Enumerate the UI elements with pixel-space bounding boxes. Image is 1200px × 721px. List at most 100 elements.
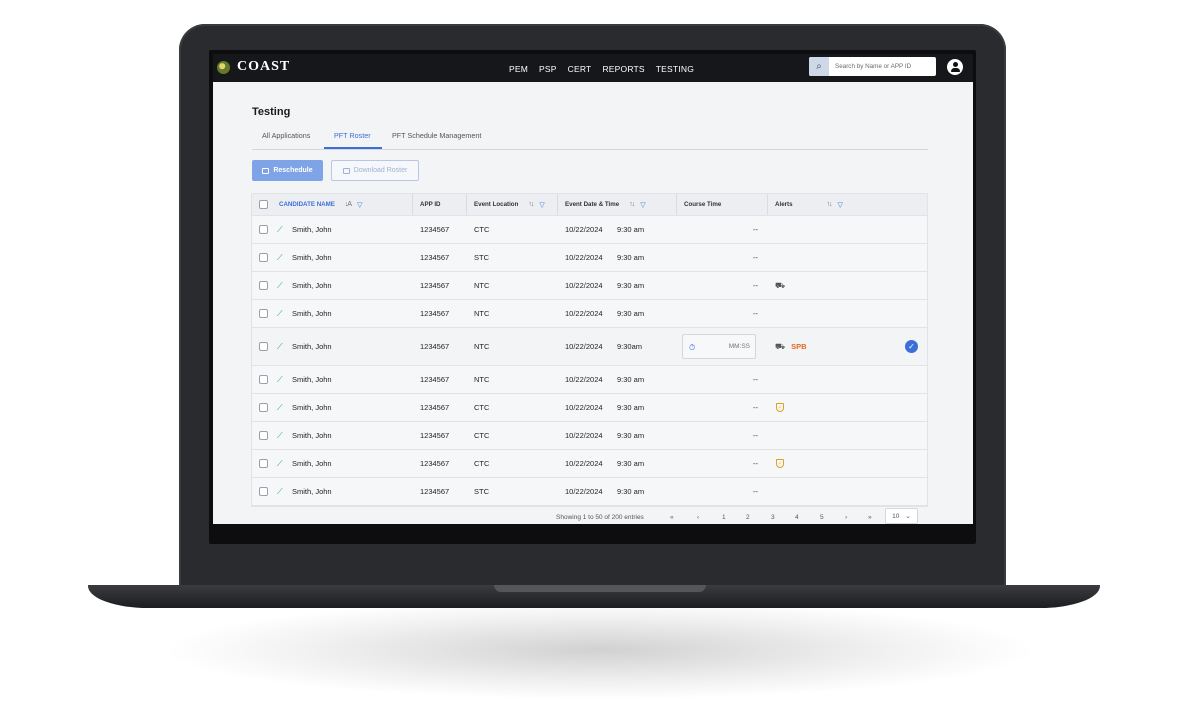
candidate-name[interactable]: Smith, John [292,342,332,351]
page-2-button[interactable]: 2 [746,514,750,521]
sort-icon[interactable]: ↑↓ [827,201,833,208]
table-row[interactable]: ⟋ Smith, John 1234567 CTC 10/22/2024 9:30 am -… [252,450,927,478]
event-date: 10/22/2024 [565,431,603,440]
nav-link-testing[interactable]: TESTING [656,64,694,74]
table-row[interactable]: ⟋ Smith, John 1234567 CTC 10/22/2024 9:30 am -… [252,216,927,244]
seal-logo-icon[interactable] [217,61,230,74]
pagination: Showing 1 to 50 of 200 entries « ‹ 1 2 3… [251,508,926,524]
tab-pft-roster[interactable]: PFT Roster [334,131,371,140]
calendar-icon [262,167,270,174]
prev-page-button[interactable]: ‹ [697,514,699,521]
row-checkbox[interactable] [259,487,268,496]
table-row[interactable]: ⟋ Smith, John 1234567 STC 10/22/2024 9:30 am -… [252,244,927,272]
truck-icon: ⛟ [775,341,786,351]
column-course-time[interactable]: Course Time [684,201,721,208]
column-event-location[interactable]: Event Location [474,201,518,208]
trend-icon: ⟋ [277,252,283,262]
event-date: 10/22/2024 [565,487,603,496]
table-row[interactable]: ⟋ Smith, John 1234567 CTC 10/22/2024 9:30 am -… [252,422,927,450]
candidate-name[interactable]: Smith, John [292,487,332,496]
search-input[interactable]: Search by Name or APP ID [829,57,911,76]
row-checkbox[interactable] [259,281,268,290]
tab-pft-schedule-management[interactable]: PFT Schedule Management [392,131,481,140]
course-time: -- [753,403,758,412]
shield-icon: ✓ [776,403,784,412]
page-size-select[interactable]: 10 ⌄ [885,508,918,524]
event-time: 9:30am [617,342,643,351]
row-checkbox[interactable] [259,253,268,262]
nav-link-psp[interactable]: PSP [539,64,557,74]
candidate-name[interactable]: Smith, John [292,403,332,412]
user-avatar-icon[interactable] [947,59,963,75]
event-date: 10/22/2024 [565,225,603,234]
event-date: 10/22/2024 [565,309,603,318]
roster-table: CANDIDATE NAME ↓A ▽ APP ID Event Locatio… [251,193,928,507]
search-icon[interactable]: ⌕ [809,57,829,76]
row-checkbox[interactable] [259,403,268,412]
candidate-name[interactable]: Smith, John [292,225,332,234]
candidate-name[interactable]: Smith, John [292,253,332,262]
confirm-check-icon[interactable]: ✓ [905,340,918,353]
page-3-button[interactable]: 3 [771,514,775,521]
filter-icon[interactable]: ▽ [838,201,843,209]
candidate-name[interactable]: Smith, John [292,281,332,290]
table-row[interactable]: ⟋ Smith, John 1234567 NTC 10/22/2024 9:30 am -… [252,366,927,394]
column-app-id[interactable]: APP ID [420,201,441,208]
candidate-name[interactable]: Smith, John [292,375,332,384]
next-page-button[interactable]: › [845,514,847,521]
event-time: 9:30 am [617,309,645,318]
tab-all-applications[interactable]: All Applications [262,131,310,140]
laptop-notch [494,585,706,592]
sort-desc-icon[interactable]: ↓A [345,201,352,208]
table-row[interactable]: ⟋ Smith, John 1234567 STC 10/22/2024 9:30 am -… [252,478,927,506]
candidate-name[interactable]: Smith, John [292,431,332,440]
page-5-button[interactable]: 5 [820,514,824,521]
row-checkbox[interactable] [259,225,268,234]
download-roster-button[interactable]: Download Roster [331,160,419,181]
event-date: 10/22/2024 [565,403,603,412]
row-checkbox[interactable] [259,342,268,351]
first-page-button[interactable]: « [670,514,674,521]
event-time: 9:30 am [617,431,645,440]
column-alerts[interactable]: Alerts [775,201,793,208]
brand-name[interactable]: COAST [237,59,290,75]
course-time: -- [753,225,758,234]
sort-icon[interactable]: ↑↓ [528,201,534,208]
row-checkbox[interactable] [259,375,268,384]
table-row[interactable]: ⟋ Smith, John 1234567 NTC 10/22/2024 9:30am ⏱ M… [252,328,927,366]
sort-icon[interactable]: ↑↓ [629,201,635,208]
row-checkbox[interactable] [259,309,268,318]
nav-link-reports[interactable]: REPORTS [602,64,644,74]
table-row[interactable]: ⟋ Smith, John 1234567 CTC 10/22/2024 9:30 am -… [252,394,927,422]
event-time: 9:30 am [617,281,645,290]
event-location: NTC [474,281,490,290]
nav-link-pem[interactable]: PEM [509,64,528,74]
column-event-date-time[interactable]: Event Date & Time [565,201,619,208]
select-all-checkbox[interactable] [259,200,268,209]
trend-icon: ⟋ [277,430,283,440]
search-box[interactable]: ⌕ Search by Name or APP ID [809,57,936,76]
nav-link-cert[interactable]: CERT [568,64,592,74]
candidate-name[interactable]: Smith, John [292,309,332,318]
page-1-button[interactable]: 1 [722,514,726,521]
candidate-name[interactable]: Smith, John [292,459,332,468]
course-time-input[interactable]: ⏱ MM:SS [682,334,756,359]
filter-icon[interactable]: ▽ [357,201,362,209]
chevron-down-icon: ⌄ [905,513,911,520]
table-row[interactable]: ⟋ Smith, John 1234567 NTC 10/22/2024 9:30 am -… [252,300,927,328]
filter-icon[interactable]: ▽ [539,201,544,209]
table-row[interactable]: ⟋ Smith, John 1234567 NTC 10/22/2024 9:30 am -… [252,272,927,300]
reschedule-button[interactable]: Reschedule [252,160,323,181]
event-location: NTC [474,342,490,351]
filter-icon[interactable]: ▽ [640,201,645,209]
course-time: -- [753,487,758,496]
row-checkbox[interactable] [259,431,268,440]
last-page-button[interactable]: » [868,514,872,521]
page-4-button[interactable]: 4 [795,514,799,521]
column-candidate-name[interactable]: CANDIDATE NAME [279,201,335,208]
page-size-value: 10 [892,512,900,520]
event-location: CTC [474,403,490,412]
app-id: 1234567 [420,253,450,262]
app-id: 1234567 [420,309,450,318]
row-checkbox[interactable] [259,459,268,468]
